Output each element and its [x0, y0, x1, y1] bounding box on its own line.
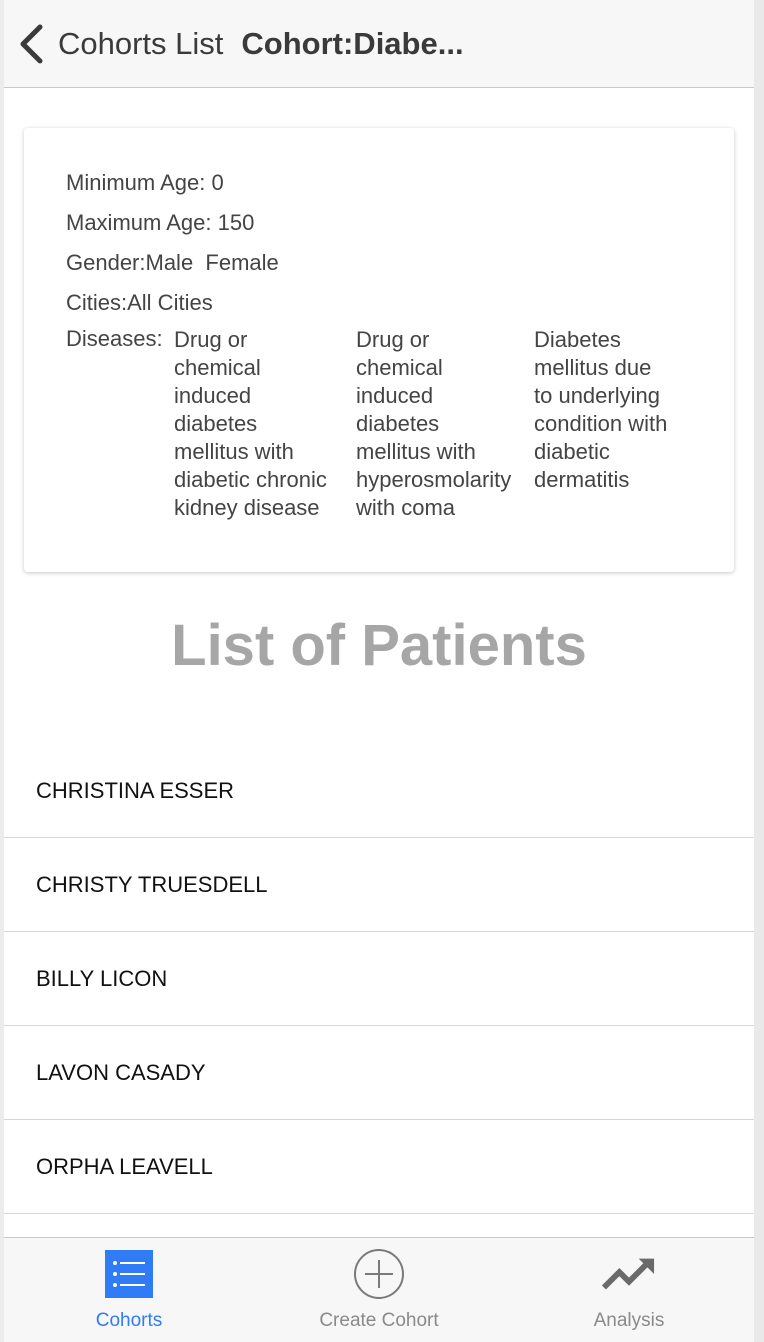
disease-line: diabetic — [534, 439, 610, 464]
tab-analysis[interactable]: Analysis — [504, 1238, 754, 1342]
plus-circle-icon — [352, 1248, 406, 1300]
disease-line: diabetes — [356, 411, 440, 436]
diseases-row: Diseases: Drug or chemical induced diabe… — [66, 326, 704, 522]
tab-cohorts[interactable]: Cohorts — [4, 1238, 254, 1342]
disease-line: mellitus due — [534, 355, 652, 380]
gender-label: Gender: — [66, 250, 146, 275]
disease-line: hyperosmolarity — [356, 467, 512, 492]
cities-value: All Cities — [127, 290, 213, 315]
gender-value: Male Female — [145, 250, 279, 275]
trend-up-icon — [602, 1248, 656, 1300]
disease-item: Drug or chemical induced diabetes mellit… — [174, 326, 356, 522]
app-screen: Cohorts List Cohort:Diabe... Minimum Age… — [4, 0, 754, 1342]
patient-list: CHRISTINA ESSER CHRISTY TRUESDELL BILLY … — [4, 744, 754, 1214]
disease-line: mellitus with — [174, 439, 294, 464]
patient-row[interactable]: ORPHA LEAVELL — [4, 1120, 754, 1214]
patient-row[interactable]: LAVON CASADY — [4, 1026, 754, 1120]
tab-bar: Cohorts Create Cohort Analysis — [4, 1237, 754, 1342]
disease-line: induced — [356, 383, 434, 408]
disease-line: Drug or — [356, 327, 430, 352]
disease-line: Drug or — [174, 327, 248, 352]
patient-row[interactable]: BILLY LICON — [4, 932, 754, 1026]
navigation-bar: Cohorts List Cohort:Diabe... — [4, 0, 754, 88]
max-age-value: 150 — [217, 210, 255, 235]
cities-row: Cities:All Cities — [66, 290, 213, 316]
disease-line: diabetic chronic — [174, 467, 327, 492]
disease-line: Diabetes — [534, 327, 621, 352]
disease-item: Drug or chemical induced diabetes mellit… — [356, 326, 534, 522]
disease-line: to underlying — [534, 383, 660, 408]
back-button-label: Cohorts List — [58, 25, 224, 61]
disease-line: condition with — [534, 411, 668, 436]
chevron-left-icon — [18, 24, 46, 64]
tab-create-cohort[interactable]: Create Cohort — [254, 1238, 504, 1342]
patient-row[interactable]: CHRISTY TRUESDELL — [4, 838, 754, 932]
min-age-row: Minimum Age: 0 — [66, 170, 224, 196]
disease-line: with coma — [356, 495, 456, 520]
tab-label: Create Cohort — [319, 1310, 439, 1331]
disease-line: dermatitis — [534, 467, 630, 492]
page-title: Cohort:Diabe... — [241, 25, 464, 61]
patient-row[interactable]: CHRISTINA ESSER — [4, 744, 754, 838]
list-icon — [102, 1248, 156, 1300]
disease-line: kidney disease — [174, 495, 320, 520]
min-age-value: 0 — [211, 170, 224, 195]
cities-label: Cities: — [66, 290, 128, 315]
disease-line: chemical — [356, 355, 443, 380]
min-age-label: Minimum Age: — [66, 170, 206, 195]
gender-row: Gender:Male Female — [66, 250, 279, 276]
cohort-criteria-card: Minimum Age: 0 Maximum Age: 150 Gender:M… — [24, 128, 734, 572]
patients-heading: List of Patients — [171, 613, 587, 678]
max-age-row: Maximum Age: 150 — [66, 210, 254, 236]
tab-label: Cohorts — [95, 1310, 163, 1331]
tab-label: Analysis — [593, 1310, 665, 1331]
disease-line: induced — [174, 383, 252, 408]
diseases-label: Diseases: — [66, 326, 163, 351]
disease-line: chemical — [174, 355, 261, 380]
right-edge — [754, 0, 764, 1342]
disease-item: Diabetes mellitus due to underlying cond… — [534, 326, 704, 522]
disease-line: diabetes — [174, 411, 258, 436]
back-button[interactable]: Cohorts List — [4, 0, 223, 88]
disease-line: mellitus with — [356, 439, 476, 464]
max-age-label: Maximum Age: — [66, 210, 212, 235]
